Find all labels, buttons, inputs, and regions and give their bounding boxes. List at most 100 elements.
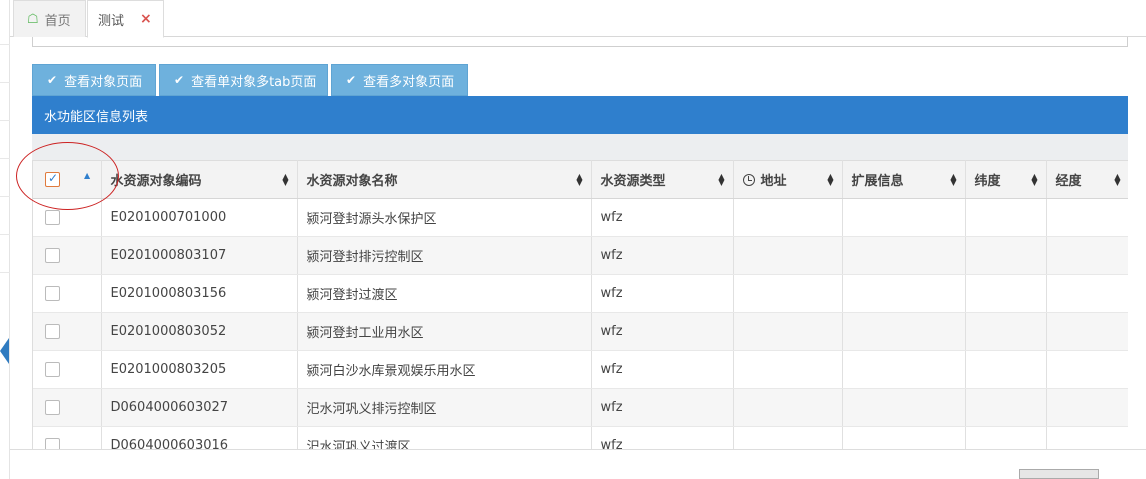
row-checkbox-cell[interactable]	[33, 236, 102, 275]
table-header-row: ▲ 水资源对象编码 ▲▼ 水资源对象名称 ▲▼ 水资源类型 ▲▼ 地址 ▲▼ 扩展信息 ▲…	[33, 160, 1128, 199]
table-row[interactable]: E0201000803052 颍河登封工业用水区 wfz	[33, 312, 1128, 351]
cell-latitude	[965, 312, 1047, 351]
column-header-name[interactable]: 水资源对象名称 ▲ ▼	[297, 160, 592, 199]
cell-address	[733, 388, 843, 427]
cell-extra-info	[842, 236, 966, 275]
row-checkbox[interactable]	[45, 324, 60, 339]
cell-address	[733, 198, 843, 237]
sort-icon[interactable]: ▲ ▼	[1031, 172, 1037, 186]
check-icon: ✔	[47, 73, 58, 87]
sort-icon[interactable]: ▲ ▼	[718, 172, 724, 186]
cell-name: 颍河登封工业用水区	[297, 312, 592, 351]
view-multi-object-button[interactable]: ✔ 查看多对象页面	[331, 64, 468, 96]
sort-icon[interactable]: ▲ ▼	[950, 172, 956, 186]
cell-type: wfz	[591, 198, 734, 237]
row-checkbox[interactable]	[45, 400, 60, 415]
cell-type: wfz	[591, 426, 734, 449]
row-checkbox-cell[interactable]	[33, 388, 102, 427]
table-row[interactable]: D0604000603016 汜水河巩义过渡区 wfz	[33, 426, 1128, 449]
cell-longitude	[1046, 312, 1128, 351]
row-checkbox[interactable]	[45, 286, 60, 301]
table-row[interactable]: E0201000803205 颍河白沙水库景观娱乐用水区 wfz	[33, 350, 1128, 389]
cell-address	[733, 350, 843, 389]
cell-name: 颍河登封过渡区	[297, 274, 592, 313]
table-row[interactable]: E0201000803156 颍河登封过渡区 wfz	[33, 274, 1128, 313]
home-icon: ☖	[27, 11, 39, 27]
tab-bar: ☖ 首页 测试 ×	[10, 0, 1146, 38]
view-object-button-label: 查看对象页面	[64, 74, 143, 90]
view-single-object-multitab-button[interactable]: ✔ 查看单对象多tab页面	[159, 64, 328, 96]
column-header-extra-info[interactable]: 扩展信息 ▲ ▼	[842, 160, 966, 199]
sort-icon[interactable]: ▲ ▼	[1114, 172, 1120, 186]
cell-extra-info	[842, 350, 966, 389]
column-header-latitude[interactable]: 纬度 ▲ ▼	[965, 160, 1047, 199]
cell-type: wfz	[591, 388, 734, 427]
sort-icon[interactable]: ▲ ▼	[827, 172, 833, 186]
tab-home[interactable]: ☖ 首页	[13, 0, 86, 37]
cell-type: wfz	[591, 312, 734, 351]
table-row[interactable]: D0604000603027 汜水河巩义排污控制区 wfz	[33, 388, 1128, 427]
table-row[interactable]: E0201000803107 颍河登封排污控制区 wfz	[33, 236, 1128, 275]
clock-icon	[742, 174, 755, 186]
row-checkbox[interactable]	[45, 210, 60, 225]
row-checkbox[interactable]	[45, 362, 60, 377]
cell-latitude	[965, 236, 1047, 275]
column-header-label: 水资源对象名称	[306, 174, 398, 189]
cell-longitude	[1046, 236, 1128, 275]
cell-type: wfz	[591, 274, 734, 313]
cell-extra-info	[842, 388, 966, 427]
cell-longitude	[1046, 198, 1128, 237]
cell-code: E0201000803052	[101, 312, 298, 351]
sort-icon[interactable]: ▲ ▼	[576, 172, 582, 186]
view-multi-object-button-label: 查看多对象页面	[363, 74, 455, 90]
view-object-button[interactable]: ✔ 查看对象页面	[32, 64, 156, 96]
column-header-label: 经度	[1055, 174, 1082, 189]
sidebar-collapse-icon[interactable]	[0, 338, 9, 364]
row-checkbox-cell[interactable]	[33, 312, 102, 351]
row-checkbox-cell[interactable]	[33, 350, 102, 389]
column-header-label: 水资源对象编码	[110, 174, 202, 189]
data-table: ▲ 水资源对象编码 ▲▼ 水资源对象名称 ▲▼ 水资源类型 ▲▼ 地址 ▲▼ 扩展信息 ▲…	[32, 160, 1128, 449]
cell-address	[733, 426, 843, 449]
bottom-bar	[10, 449, 1146, 479]
cell-latitude	[965, 350, 1047, 389]
close-icon[interactable]: ×	[140, 11, 152, 27]
cell-code: E0201000803156	[101, 274, 298, 313]
column-header-address[interactable]: 地址 ▲ ▼	[733, 160, 843, 199]
column-header-label: 扩展信息	[851, 174, 904, 189]
cell-longitude	[1046, 426, 1128, 449]
panel-title-text: 水功能区信息列表	[44, 109, 149, 125]
row-checkbox-cell[interactable]	[33, 274, 102, 313]
cell-address	[733, 312, 843, 351]
sort-icon[interactable]: ▲ ▼	[282, 172, 288, 186]
cell-longitude	[1046, 350, 1128, 389]
tab-test-label: 测试	[98, 13, 125, 29]
cell-longitude	[1046, 388, 1128, 427]
row-checkbox[interactable]	[45, 248, 60, 263]
cell-code: D0604000603027	[101, 388, 298, 427]
row-checkbox-cell[interactable]	[33, 426, 102, 449]
tab-test[interactable]: 测试 ×	[87, 0, 164, 38]
left-sidebar-edge	[0, 0, 10, 479]
cell-name: 颍河登封排污控制区	[297, 236, 592, 275]
cell-address	[733, 274, 843, 313]
column-header-label: 水资源类型	[600, 174, 666, 189]
row-checkbox[interactable]	[45, 438, 60, 449]
row-checkbox-cell[interactable]	[33, 198, 102, 237]
column-header-longitude[interactable]: 经度 ▲ ▼	[1046, 160, 1128, 199]
bottom-widget	[1019, 469, 1099, 479]
table-row[interactable]: E0201000701000 颍河登封源头水保护区 wfz	[33, 198, 1128, 237]
cell-latitude	[965, 274, 1047, 313]
column-header-code[interactable]: 水资源对象编码 ▲ ▼	[101, 160, 298, 199]
cell-type: wfz	[591, 236, 734, 275]
cell-latitude	[965, 426, 1047, 449]
cell-extra-info	[842, 198, 966, 237]
cell-code: E0201000803107	[101, 236, 298, 275]
select-all-checkbox[interactable]	[45, 171, 60, 187]
sort-asc-icon[interactable]: ▲	[84, 171, 90, 180]
cell-code: D0604000603016	[101, 426, 298, 449]
cell-name: 颍河登封源头水保护区	[297, 198, 592, 237]
check-icon: ✔	[346, 73, 357, 87]
select-all-header[interactable]: ▲	[33, 160, 102, 199]
column-header-type[interactable]: 水资源类型 ▲ ▼	[591, 160, 734, 199]
